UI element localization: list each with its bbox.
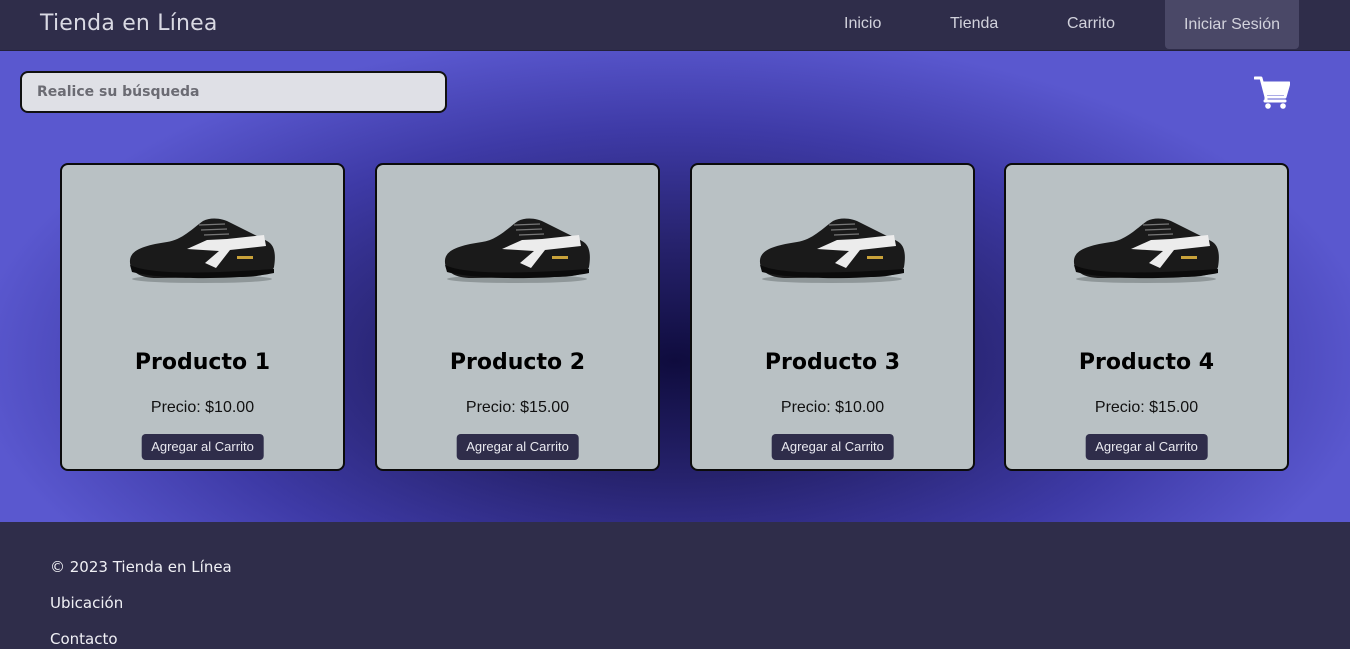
product-price: Precio: $10.00 [780,399,885,416]
product-name: Producto 4 [1078,350,1215,375]
login-button[interactable]: Iniciar Sesión [1165,0,1299,49]
shoe-image [759,218,905,283]
product-card: Producto 1 Precio: $10.00 Agregar al Car… [60,163,345,471]
product-name: Producto 2 [449,350,586,375]
product-name: Producto 1 [134,350,271,375]
shopping-cart-icon[interactable] [1254,75,1290,109]
footer-location-link[interactable]: Ubicación [50,594,123,612]
main-content: Producto 1 Precio: $10.00 Agregar al Car… [0,51,1350,522]
top-navbar: Tienda en Línea Inicio Tienda Carrito In… [0,0,1350,51]
product-price: Precio: $15.00 [465,399,570,416]
nav-carrito[interactable]: Carrito [1067,15,1115,33]
nav-inicio[interactable]: Inicio [844,15,881,33]
nav-tienda[interactable]: Tienda [950,15,998,33]
shoe-image [1073,218,1219,283]
product-card: Producto 3 Precio: $10.00 Agregar al Car… [690,163,975,471]
footer-contact-link[interactable]: Contacto [50,630,118,648]
product-price: Precio: $15.00 [1094,399,1199,416]
footer-copyright: © 2023 Tienda en Línea [50,558,232,576]
brand-title[interactable]: Tienda en Línea [40,11,218,36]
product-card: Producto 2 Precio: $15.00 Agregar al Car… [375,163,660,471]
search-input[interactable] [20,71,447,113]
product-name: Producto 3 [764,350,901,375]
add-to-cart-button[interactable]: Agregar al Carrito [771,434,894,460]
add-to-cart-button[interactable]: Agregar al Carrito [456,434,579,460]
shoe-image [129,218,275,283]
product-price: Precio: $10.00 [150,399,255,416]
product-card: Producto 4 Precio: $15.00 Agregar al Car… [1004,163,1289,471]
add-to-cart-button[interactable]: Agregar al Carrito [1085,434,1208,460]
footer: © 2023 Tienda en Línea Ubicación Contact… [0,522,1350,649]
shoe-image [444,218,590,283]
add-to-cart-button[interactable]: Agregar al Carrito [141,434,264,460]
